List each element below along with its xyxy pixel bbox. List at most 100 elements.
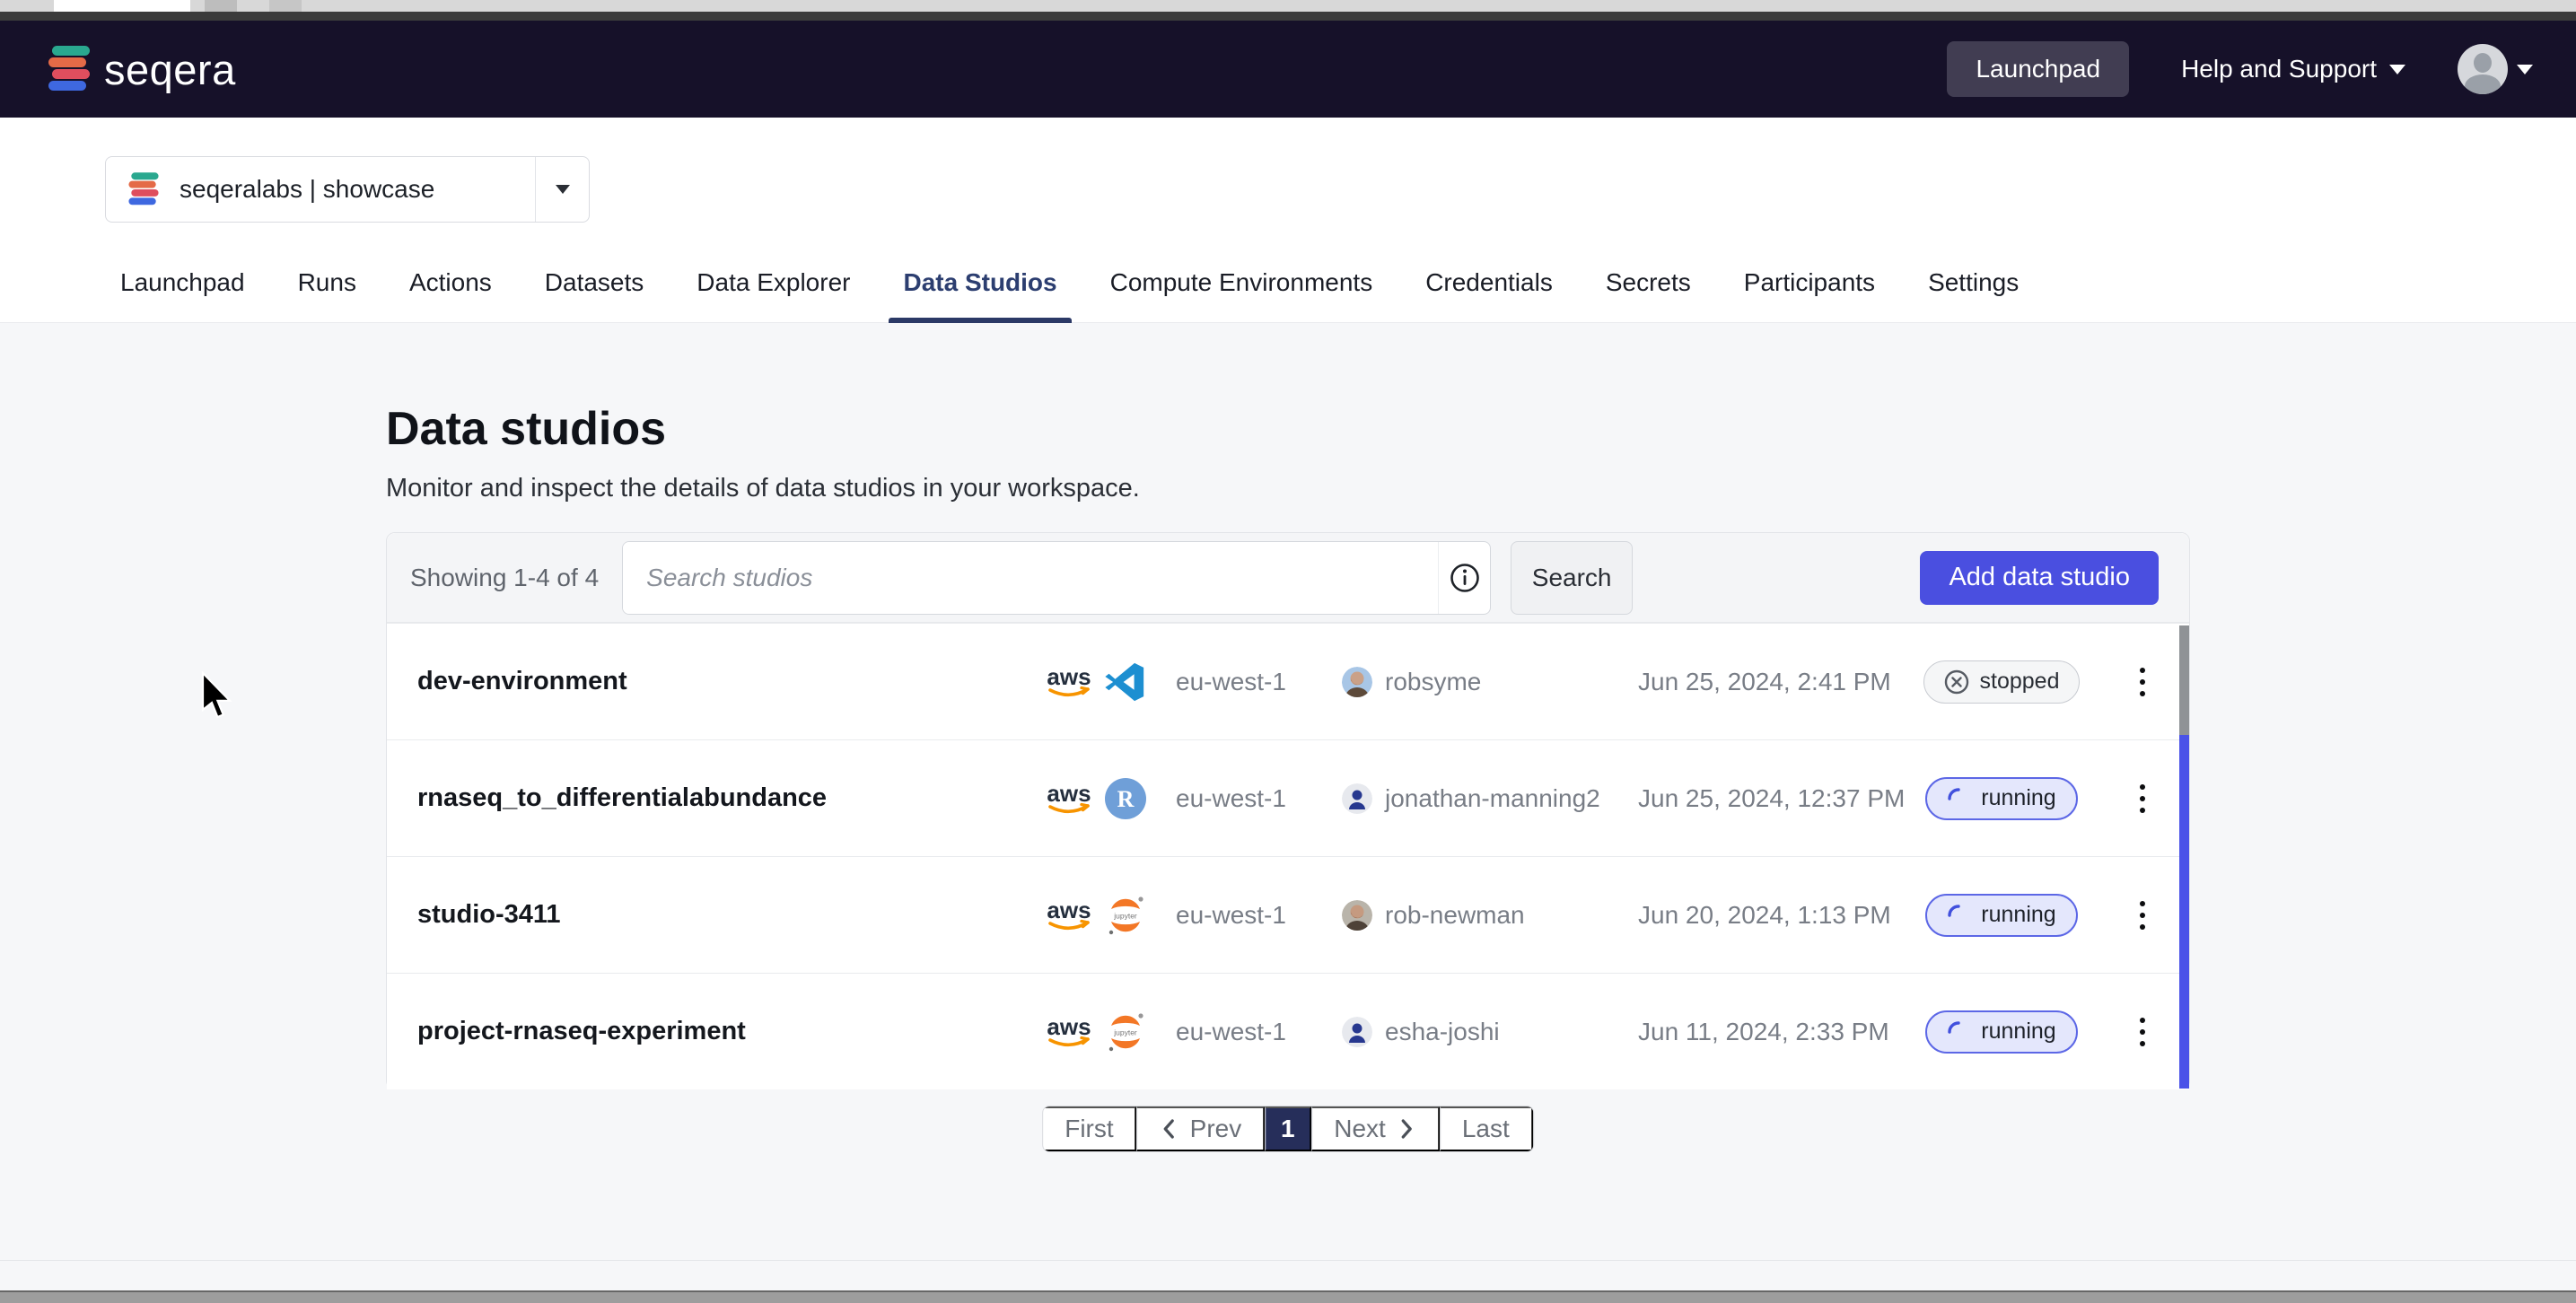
jupyter-icon: jupyter <box>1104 894 1147 937</box>
chevron-down-icon <box>556 185 570 194</box>
user-menu[interactable] <box>2458 44 2533 94</box>
browser-chrome-fragment <box>269 0 302 12</box>
spinner-icon <box>1947 904 1970 927</box>
svg-text:aws: aws <box>1047 896 1091 923</box>
seqera-brand[interactable]: seqera <box>47 45 236 94</box>
search-input[interactable] <box>623 542 1438 614</box>
rstudio-icon: R <box>1104 777 1147 820</box>
row-menu-button[interactable] <box>2127 777 2158 820</box>
region: eu-west-1 <box>1176 784 1342 813</box>
status-badge: running <box>1925 777 2077 820</box>
search-button[interactable]: Search <box>1511 541 1633 615</box>
user-avatar-icon <box>1342 783 1372 814</box>
tab-data-studios[interactable]: Data Studios <box>889 242 1071 323</box>
svg-text:jupyter: jupyter <box>1113 1028 1137 1036</box>
info-icon <box>1450 563 1480 593</box>
tab-launchpad[interactable]: Launchpad <box>106 242 259 323</box>
row-menu-button[interactable] <box>2127 894 2158 937</box>
date-created: Jun 25, 2024, 2:41 PM <box>1638 668 1907 696</box>
svg-text:jupyter: jupyter <box>1113 911 1137 920</box>
pagination: First Prev 1 Next Last <box>1042 1106 1534 1152</box>
studio-name: project-rnaseq-experiment <box>417 1017 1041 1046</box>
pagination-last-button[interactable]: Last <box>1440 1106 1533 1151</box>
workspace-dropdown-toggle[interactable] <box>535 157 589 222</box>
browser-chrome-fragment <box>205 0 237 12</box>
search-box <box>622 541 1491 615</box>
tab-credentials[interactable]: Credentials <box>1411 242 1567 323</box>
row-menu-button[interactable] <box>2127 660 2158 704</box>
table-toolbar: Showing 1-4 of 4 Search Add data studio <box>387 533 2189 623</box>
user-avatar <box>1342 667 1372 697</box>
aws-icon: aws <box>1041 662 1097 702</box>
studio-name: rnaseq_to_differentialabundance <box>417 783 1041 813</box>
seqera-logo-icon <box>47 45 92 93</box>
spinner-icon <box>1947 1020 1970 1044</box>
row-menu-button[interactable] <box>2127 1010 2158 1054</box>
table-row[interactable]: dev-environment aws eu-west-1 <box>387 623 2189 739</box>
data-studios-card: Showing 1-4 of 4 Search Add data studio … <box>386 532 2190 1089</box>
table-row[interactable]: rnaseq_to_differentialabundance aws R eu… <box>387 739 2189 856</box>
page-title: Data studios <box>386 402 666 456</box>
top-navbar: seqera Launchpad Help and Support <box>0 21 2576 118</box>
help-label: Help and Support <box>2181 55 2377 83</box>
page-subtitle: Monitor and inspect the details of data … <box>386 474 1140 503</box>
tab-data-explorer[interactable]: Data Explorer <box>682 242 864 323</box>
table-scrollbar-accent <box>2179 735 2189 1089</box>
user-name: robsyme <box>1385 668 1481 696</box>
user-name: esha-joshi <box>1385 1018 1500 1046</box>
spinner-icon <box>1947 787 1970 810</box>
chevron-down-icon <box>2389 65 2405 74</box>
svg-text:aws: aws <box>1047 780 1091 807</box>
tab-actions[interactable]: Actions <box>395 242 506 323</box>
help-and-support-menu[interactable]: Help and Support <box>2181 55 2405 83</box>
aws-icon: aws <box>1041 1012 1097 1052</box>
chevron-left-icon <box>1160 1115 1179 1142</box>
user-name: rob-newman <box>1385 901 1525 930</box>
table-row[interactable]: studio-3411 aws jupyter eu-west-1 <box>387 856 2189 973</box>
workspace-selector[interactable]: seqeralabs | showcase <box>105 156 590 223</box>
stopped-icon <box>1944 669 1969 695</box>
user-avatar-icon <box>1342 1017 1372 1047</box>
tab-runs[interactable]: Runs <box>284 242 371 323</box>
table-row[interactable]: project-rnaseq-experiment aws jupyter eu… <box>387 973 2189 1089</box>
vscode-icon <box>1104 661 1145 703</box>
date-created: Jun 11, 2024, 2:33 PM <box>1638 1018 1907 1046</box>
workspace-name: seqeralabs | showcase <box>180 175 434 204</box>
tab-secrets[interactable]: Secrets <box>1591 242 1705 323</box>
svg-text:aws: aws <box>1047 663 1091 690</box>
browser-tab-fragment <box>54 0 190 12</box>
chevron-right-icon <box>1397 1115 1416 1142</box>
tab-compute-environments[interactable]: Compute Environments <box>1096 242 1388 323</box>
pagination-prev-button[interactable]: Prev <box>1137 1106 1266 1151</box>
pagination-first-button[interactable]: First <box>1043 1106 1136 1151</box>
jupyter-icon: jupyter <box>1104 1010 1147 1054</box>
launchpad-button[interactable]: Launchpad <box>1947 41 2129 97</box>
showing-count: Showing 1-4 of 4 <box>410 564 599 592</box>
pagination-page-1[interactable]: 1 <box>1265 1106 1311 1151</box>
tab-settings[interactable]: Settings <box>1914 242 2033 323</box>
add-data-studio-button[interactable]: Add data studio <box>1920 551 2159 605</box>
workspace-tabs: Launchpad Runs Actions Datasets Data Exp… <box>106 242 2033 323</box>
tab-datasets[interactable]: Datasets <box>530 242 659 323</box>
svg-text:R: R <box>1117 786 1135 812</box>
mouse-cursor <box>199 671 237 728</box>
footer-divider <box>0 1260 2576 1261</box>
region: eu-west-1 <box>1176 1018 1342 1046</box>
studio-name: studio-3411 <box>417 900 1041 930</box>
pagination-next-button[interactable]: Next <box>1311 1106 1440 1151</box>
status-badge: running <box>1925 1010 2077 1054</box>
status-badge: stopped <box>1923 660 2081 704</box>
table-scrollbar-thumb[interactable] <box>2179 625 2189 735</box>
studio-name: dev-environment <box>417 667 1041 696</box>
user-name: jonathan-manning2 <box>1385 784 1600 813</box>
browser-chrome-strip <box>0 0 2576 12</box>
avatar <box>2458 44 2508 94</box>
browser-chrome-divider <box>0 12 2576 21</box>
chevron-down-icon <box>2517 65 2533 74</box>
tab-participants[interactable]: Participants <box>1730 242 1889 323</box>
brand-name: seqera <box>104 45 236 94</box>
search-info-button[interactable] <box>1438 542 1490 614</box>
aws-icon: aws <box>1041 896 1097 935</box>
status-badge: running <box>1925 894 2077 937</box>
region: eu-west-1 <box>1176 668 1342 696</box>
